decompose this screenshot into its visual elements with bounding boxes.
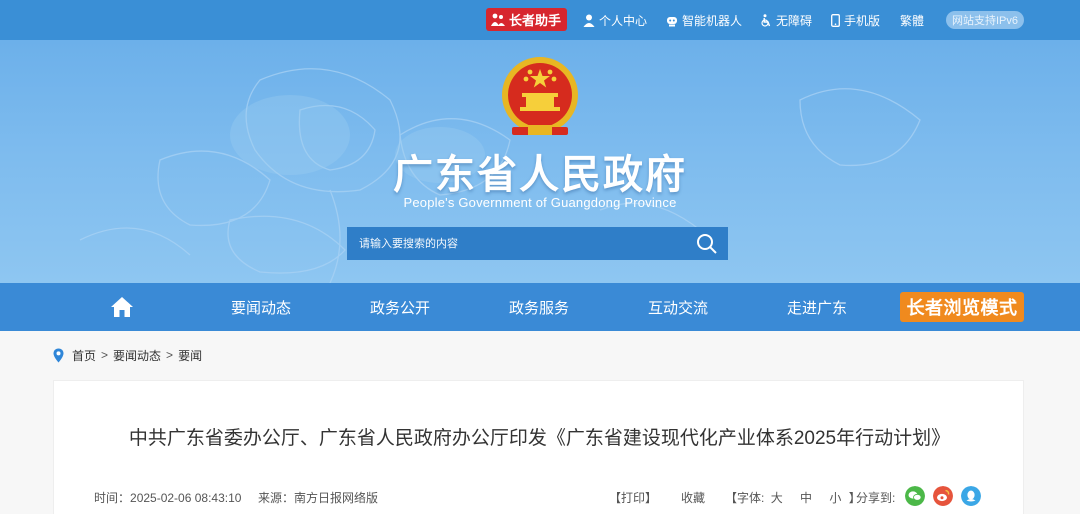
national-emblem-icon [502,57,578,135]
article-time: 时间：2025-02-06 08:43:10 [94,489,241,506]
wechat-share-icon[interactable] [905,486,925,506]
font-size-label: 【字体: [725,491,765,505]
share-label: 分享到: [856,491,896,505]
ipv6-badge: 网站支持IPv6 [946,11,1024,29]
breadcrumb-home[interactable]: 首页 [72,347,96,364]
accessibility-link[interactable]: 无障碍 [760,11,812,29]
time-value: 2025-02-06 08:43:10 [130,491,242,505]
top-bar: 长者助手 个人中心 智能机器人 无障碍 手机版 繁體 网站支持IPv6 [0,0,1080,40]
nav-item-interaction[interactable]: 互动交流 [618,283,738,331]
personal-center-link[interactable]: 个人中心 [583,11,647,29]
smart-robot-label: 智能机器人 [682,13,743,28]
mobile-label: 手机版 [844,13,881,28]
nav-item-gov-services[interactable]: 政务服务 [479,283,599,331]
elder-assistant-label: 长者助手 [509,13,562,28]
search-icon[interactable] [696,233,718,255]
nav-item-about-guangdong[interactable]: 走进广东 [757,283,877,331]
elder-assistant-icon [491,13,505,26]
smart-robot-link[interactable]: 智能机器人 [666,11,742,29]
breadcrumb-headlines[interactable]: 要闻 [178,347,202,364]
favorite-button[interactable]: 收藏 [681,489,705,506]
header-banner: 广东省人民政府 People's Government of Guangdong… [0,40,1080,283]
nav-item-gov-affairs-open[interactable]: 政务公开 [340,283,460,331]
accessibility-label: 无障碍 [776,13,813,28]
font-medium-button[interactable]: 中 [800,491,812,505]
traditional-label: 繁體 [900,13,925,28]
location-pin-icon [53,348,64,362]
weibo-share-icon[interactable] [933,486,953,506]
source-value: 南方日报网络版 [294,491,379,505]
main-nav: 要闻动态 政务公开 政务服务 互动交流 走进广东 长者浏览模式 [0,283,1080,331]
site-subtitle: People's Government of Guangdong Provinc… [403,195,677,210]
personal-center-label: 个人中心 [599,13,648,28]
nav-item-news[interactable]: 要闻动态 [201,283,321,331]
breadcrumb-separator: > [101,348,109,362]
source-label: 来源： [258,491,295,505]
mobile-phone-icon [831,13,840,27]
breadcrumb: 首页 > 要闻动态 > 要闻 [53,346,202,364]
search-box [347,227,728,260]
robot-icon [667,16,677,26]
article-title: 中共广东省委办公厅、广东省人民政府办公厅印发《广东省建设现代化产业体系2025年… [128,428,951,449]
site-title: 广东省人民政府 [393,153,687,197]
print-button[interactable]: 【打印】 [609,489,657,506]
font-small-button[interactable]: 小 [829,491,841,505]
accessibility-icon [761,13,771,27]
search-input[interactable] [347,227,677,260]
article-source: 来源：南方日报网络版 [258,489,378,506]
home-icon[interactable] [110,296,134,318]
font-size-control: 【字体: 大 中 小 】 [725,489,861,506]
elder-assistant-button[interactable]: 长者助手 [486,8,568,31]
qq-share-icon[interactable] [961,486,981,506]
traditional-chinese-link[interactable]: 繁體 [900,11,924,29]
elder-mode-button[interactable]: 长者浏览模式 [900,292,1024,322]
breadcrumb-news[interactable]: 要闻动态 [113,347,161,364]
article-panel: 中共广东省委办公厅、广东省人民政府办公厅印发《广东省建设现代化产业体系2025年… [53,380,1024,514]
mobile-link[interactable]: 手机版 [831,11,880,29]
time-label: 时间： [94,491,131,505]
breadcrumb-separator: > [166,348,174,362]
font-large-button[interactable]: 大 [771,491,783,505]
user-icon [583,14,595,27]
